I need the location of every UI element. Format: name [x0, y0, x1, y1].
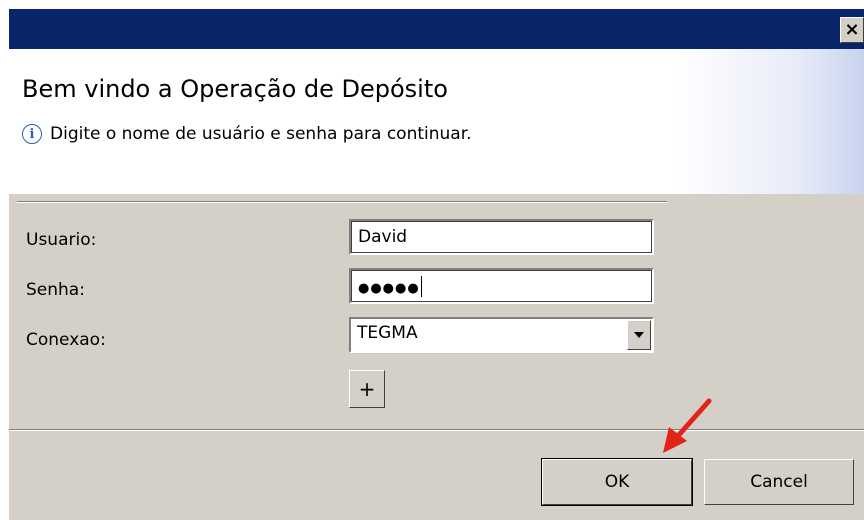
dialog-header: Bem vindo a Operação de Depósito i Digit… — [9, 49, 864, 194]
connection-label: Conexao: — [26, 330, 106, 350]
add-connection-button[interactable]: + — [349, 370, 385, 408]
connection-select[interactable]: TEGMA — [349, 317, 654, 353]
login-dialog: × Bem vindo a Operação de Depósito i Dig… — [9, 9, 864, 520]
header-divider — [17, 201, 667, 203]
connection-dropdown-button[interactable] — [627, 320, 651, 350]
cancel-button[interactable]: Cancel — [704, 459, 854, 505]
annotation-arrow-icon — [663, 398, 712, 453]
page-title: Bem vindo a Operação de Depósito — [22, 75, 448, 103]
title-bar[interactable]: × — [9, 9, 864, 49]
cancel-button-label: Cancel — [750, 472, 808, 492]
close-button[interactable]: × — [840, 17, 864, 43]
info-icon: i — [22, 124, 42, 144]
password-input[interactable]: ●●●●● — [349, 268, 654, 304]
user-label: Usuario: — [26, 230, 97, 250]
user-input-value: David — [358, 227, 408, 247]
ok-button-label: OK — [604, 472, 630, 492]
text-caret — [420, 276, 422, 297]
connection-select-value: TEGMA — [357, 323, 418, 343]
info-text: Digite o nome de usuário e senha para co… — [50, 124, 472, 144]
chevron-down-icon — [634, 332, 644, 338]
plus-icon: + — [358, 377, 376, 401]
password-label: Senha: — [26, 280, 85, 300]
user-input[interactable]: David — [349, 219, 654, 255]
close-icon: × — [844, 19, 860, 40]
footer-divider — [9, 429, 864, 431]
password-mask: ●●●●● — [358, 281, 420, 296]
info-message: i Digite o nome de usuário e senha para … — [22, 124, 472, 144]
ok-button[interactable]: OK — [541, 458, 693, 506]
